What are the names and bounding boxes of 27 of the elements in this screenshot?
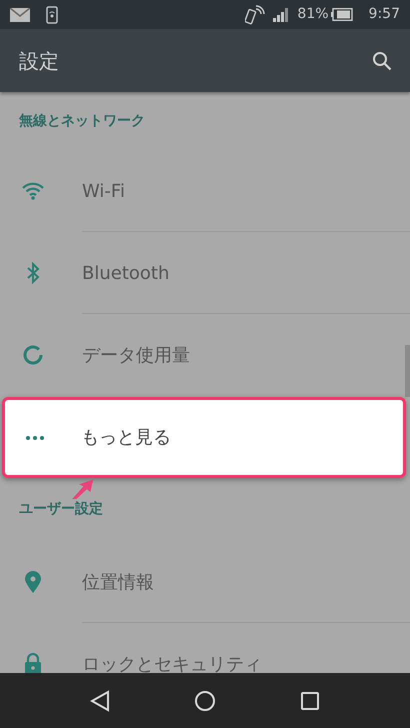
section-header: ユーザー設定	[19, 500, 103, 519]
settings-item[interactable]: 位置情報	[0, 541, 410, 623]
bluetooth-icon	[26, 262, 40, 284]
data-usage-icon	[22, 344, 44, 366]
section-header: 無線とネットワーク	[19, 112, 145, 130]
home-icon[interactable]	[194, 690, 216, 712]
battery-icon	[330, 8, 353, 21]
phone-icon	[46, 6, 58, 24]
wifi-icon	[22, 182, 44, 200]
signal-icon	[273, 8, 290, 22]
clock: 9:57	[368, 5, 400, 24]
settings-item[interactable]: Wi-Fi	[0, 150, 410, 232]
location-pin-icon	[25, 571, 41, 593]
nfc-phone-icon	[245, 4, 266, 24]
scrollbar	[405, 345, 410, 397]
back-icon[interactable]	[90, 690, 110, 712]
screen-title: 設定	[19, 48, 59, 74]
settings-item[interactable]: ロックとセキュリティ	[0, 623, 410, 673]
settings-item[interactable]: Bluetooth	[0, 232, 410, 314]
lock-icon	[24, 653, 42, 673]
more-icon	[26, 436, 44, 440]
highlighted-settings-item[interactable]: もっと見る	[2, 397, 406, 478]
settings-item[interactable]: データ使用量	[0, 314, 410, 396]
search-icon[interactable]	[372, 50, 392, 70]
recents-icon[interactable]	[300, 690, 320, 710]
battery-percentage: 81%	[297, 5, 329, 24]
mail-icon	[10, 8, 30, 22]
